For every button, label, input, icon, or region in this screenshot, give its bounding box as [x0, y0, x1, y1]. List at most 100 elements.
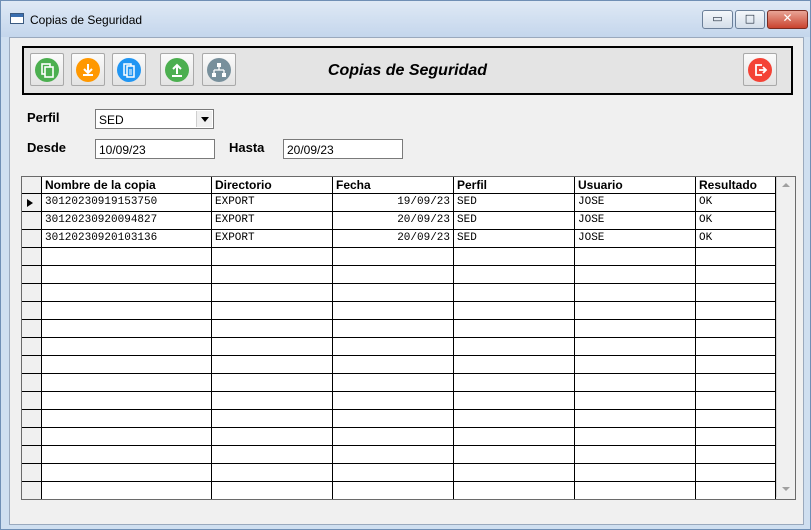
table-cell[interactable] — [575, 428, 696, 446]
table-cell[interactable] — [212, 374, 333, 392]
table-cell[interactable] — [42, 392, 212, 410]
table-cell[interactable] — [454, 284, 575, 302]
maximize-button[interactable]: □ — [735, 10, 765, 29]
table-cell[interactable] — [42, 338, 212, 356]
table-cell[interactable] — [42, 302, 212, 320]
table-cell[interactable] — [696, 392, 776, 410]
table-cell[interactable] — [575, 392, 696, 410]
table-cell[interactable] — [333, 482, 454, 499]
row-header[interactable] — [22, 248, 42, 266]
row-header[interactable] — [22, 230, 42, 248]
table-cell[interactable] — [42, 356, 212, 374]
table-cell[interactable]: EXPORT — [212, 212, 333, 230]
table-cell[interactable] — [454, 338, 575, 356]
table-cell[interactable] — [575, 356, 696, 374]
row-header[interactable] — [22, 320, 42, 338]
table-cell[interactable] — [212, 356, 333, 374]
table-cell[interactable] — [212, 482, 333, 499]
row-header[interactable] — [22, 464, 42, 482]
table-cell[interactable] — [212, 446, 333, 464]
table-cell[interactable] — [42, 374, 212, 392]
title-bar[interactable]: Copias de Seguridad ▭ □ ✕ — [1, 1, 810, 37]
table-cell[interactable] — [696, 284, 776, 302]
table-cell[interactable] — [333, 284, 454, 302]
table-cell[interactable] — [212, 338, 333, 356]
scroll-down-button[interactable] — [777, 480, 794, 497]
close-button[interactable]: ✕ — [767, 10, 808, 29]
scroll-up-button[interactable] — [777, 177, 794, 194]
table-cell[interactable]: JOSE — [575, 230, 696, 248]
row-header[interactable] — [22, 356, 42, 374]
table-cell[interactable]: 19/09/23 — [333, 194, 454, 212]
table-cell[interactable] — [212, 284, 333, 302]
table-cell[interactable] — [696, 338, 776, 356]
table-cell[interactable] — [333, 320, 454, 338]
row-header[interactable] — [22, 284, 42, 302]
exit-button[interactable] — [743, 53, 777, 86]
table-cell[interactable] — [454, 392, 575, 410]
table-cell[interactable] — [454, 410, 575, 428]
row-header[interactable] — [22, 194, 42, 212]
row-header[interactable] — [22, 302, 42, 320]
row-header[interactable] — [22, 338, 42, 356]
minimize-button[interactable]: ▭ — [702, 10, 733, 29]
row-header[interactable] — [22, 374, 42, 392]
table-cell[interactable] — [575, 446, 696, 464]
table-cell[interactable] — [42, 266, 212, 284]
table-cell[interactable]: EXPORT — [212, 194, 333, 212]
table-cell[interactable] — [212, 464, 333, 482]
table-cell[interactable] — [696, 248, 776, 266]
table-cell[interactable]: 30120230920103136 — [42, 230, 212, 248]
table-cell[interactable]: OK — [696, 212, 776, 230]
table-cell[interactable] — [454, 446, 575, 464]
table-cell[interactable] — [454, 482, 575, 499]
table-cell[interactable] — [333, 302, 454, 320]
table-cell[interactable]: OK — [696, 194, 776, 212]
table-cell[interactable] — [212, 392, 333, 410]
table-cell[interactable] — [696, 320, 776, 338]
table-cell[interactable] — [333, 374, 454, 392]
vertical-scrollbar[interactable] — [776, 177, 794, 497]
table-cell[interactable] — [696, 482, 776, 499]
chevron-down-icon[interactable] — [196, 111, 212, 127]
column-header[interactable]: Directorio — [212, 177, 333, 194]
table-cell[interactable] — [454, 464, 575, 482]
table-cell[interactable] — [575, 464, 696, 482]
table-cell[interactable] — [42, 410, 212, 428]
table-cell[interactable] — [696, 302, 776, 320]
row-header[interactable] — [22, 482, 42, 499]
table-cell[interactable] — [333, 356, 454, 374]
table-cell[interactable] — [42, 482, 212, 499]
table-cell[interactable] — [575, 374, 696, 392]
table-cell[interactable] — [333, 248, 454, 266]
table-cell[interactable] — [42, 464, 212, 482]
table-cell[interactable] — [333, 464, 454, 482]
desde-field[interactable]: 10/09/23 — [95, 139, 215, 159]
row-header[interactable] — [22, 410, 42, 428]
table-cell[interactable] — [696, 356, 776, 374]
table-cell[interactable] — [696, 410, 776, 428]
hasta-field[interactable]: 20/09/23 — [283, 139, 403, 159]
table-cell[interactable] — [42, 248, 212, 266]
table-cell[interactable] — [575, 410, 696, 428]
table-cell[interactable] — [696, 446, 776, 464]
table-cell[interactable] — [575, 302, 696, 320]
table-cell[interactable]: 30120230920094827 — [42, 212, 212, 230]
table-cell[interactable]: SED — [454, 230, 575, 248]
row-header[interactable] — [22, 392, 42, 410]
table-cell[interactable] — [454, 320, 575, 338]
row-header[interactable] — [22, 212, 42, 230]
table-cell[interactable] — [42, 320, 212, 338]
row-header[interactable] — [22, 428, 42, 446]
table-cell[interactable] — [333, 410, 454, 428]
table-cell[interactable] — [575, 284, 696, 302]
column-header[interactable]: Fecha — [333, 177, 454, 194]
table-cell[interactable]: JOSE — [575, 212, 696, 230]
column-header[interactable]: Perfil — [454, 177, 575, 194]
column-header[interactable]: Nombre de la copia — [42, 177, 212, 194]
table-cell[interactable]: SED — [454, 194, 575, 212]
table-cell[interactable] — [333, 446, 454, 464]
table-cell[interactable] — [212, 248, 333, 266]
table-cell[interactable] — [575, 338, 696, 356]
table-cell[interactable] — [42, 446, 212, 464]
